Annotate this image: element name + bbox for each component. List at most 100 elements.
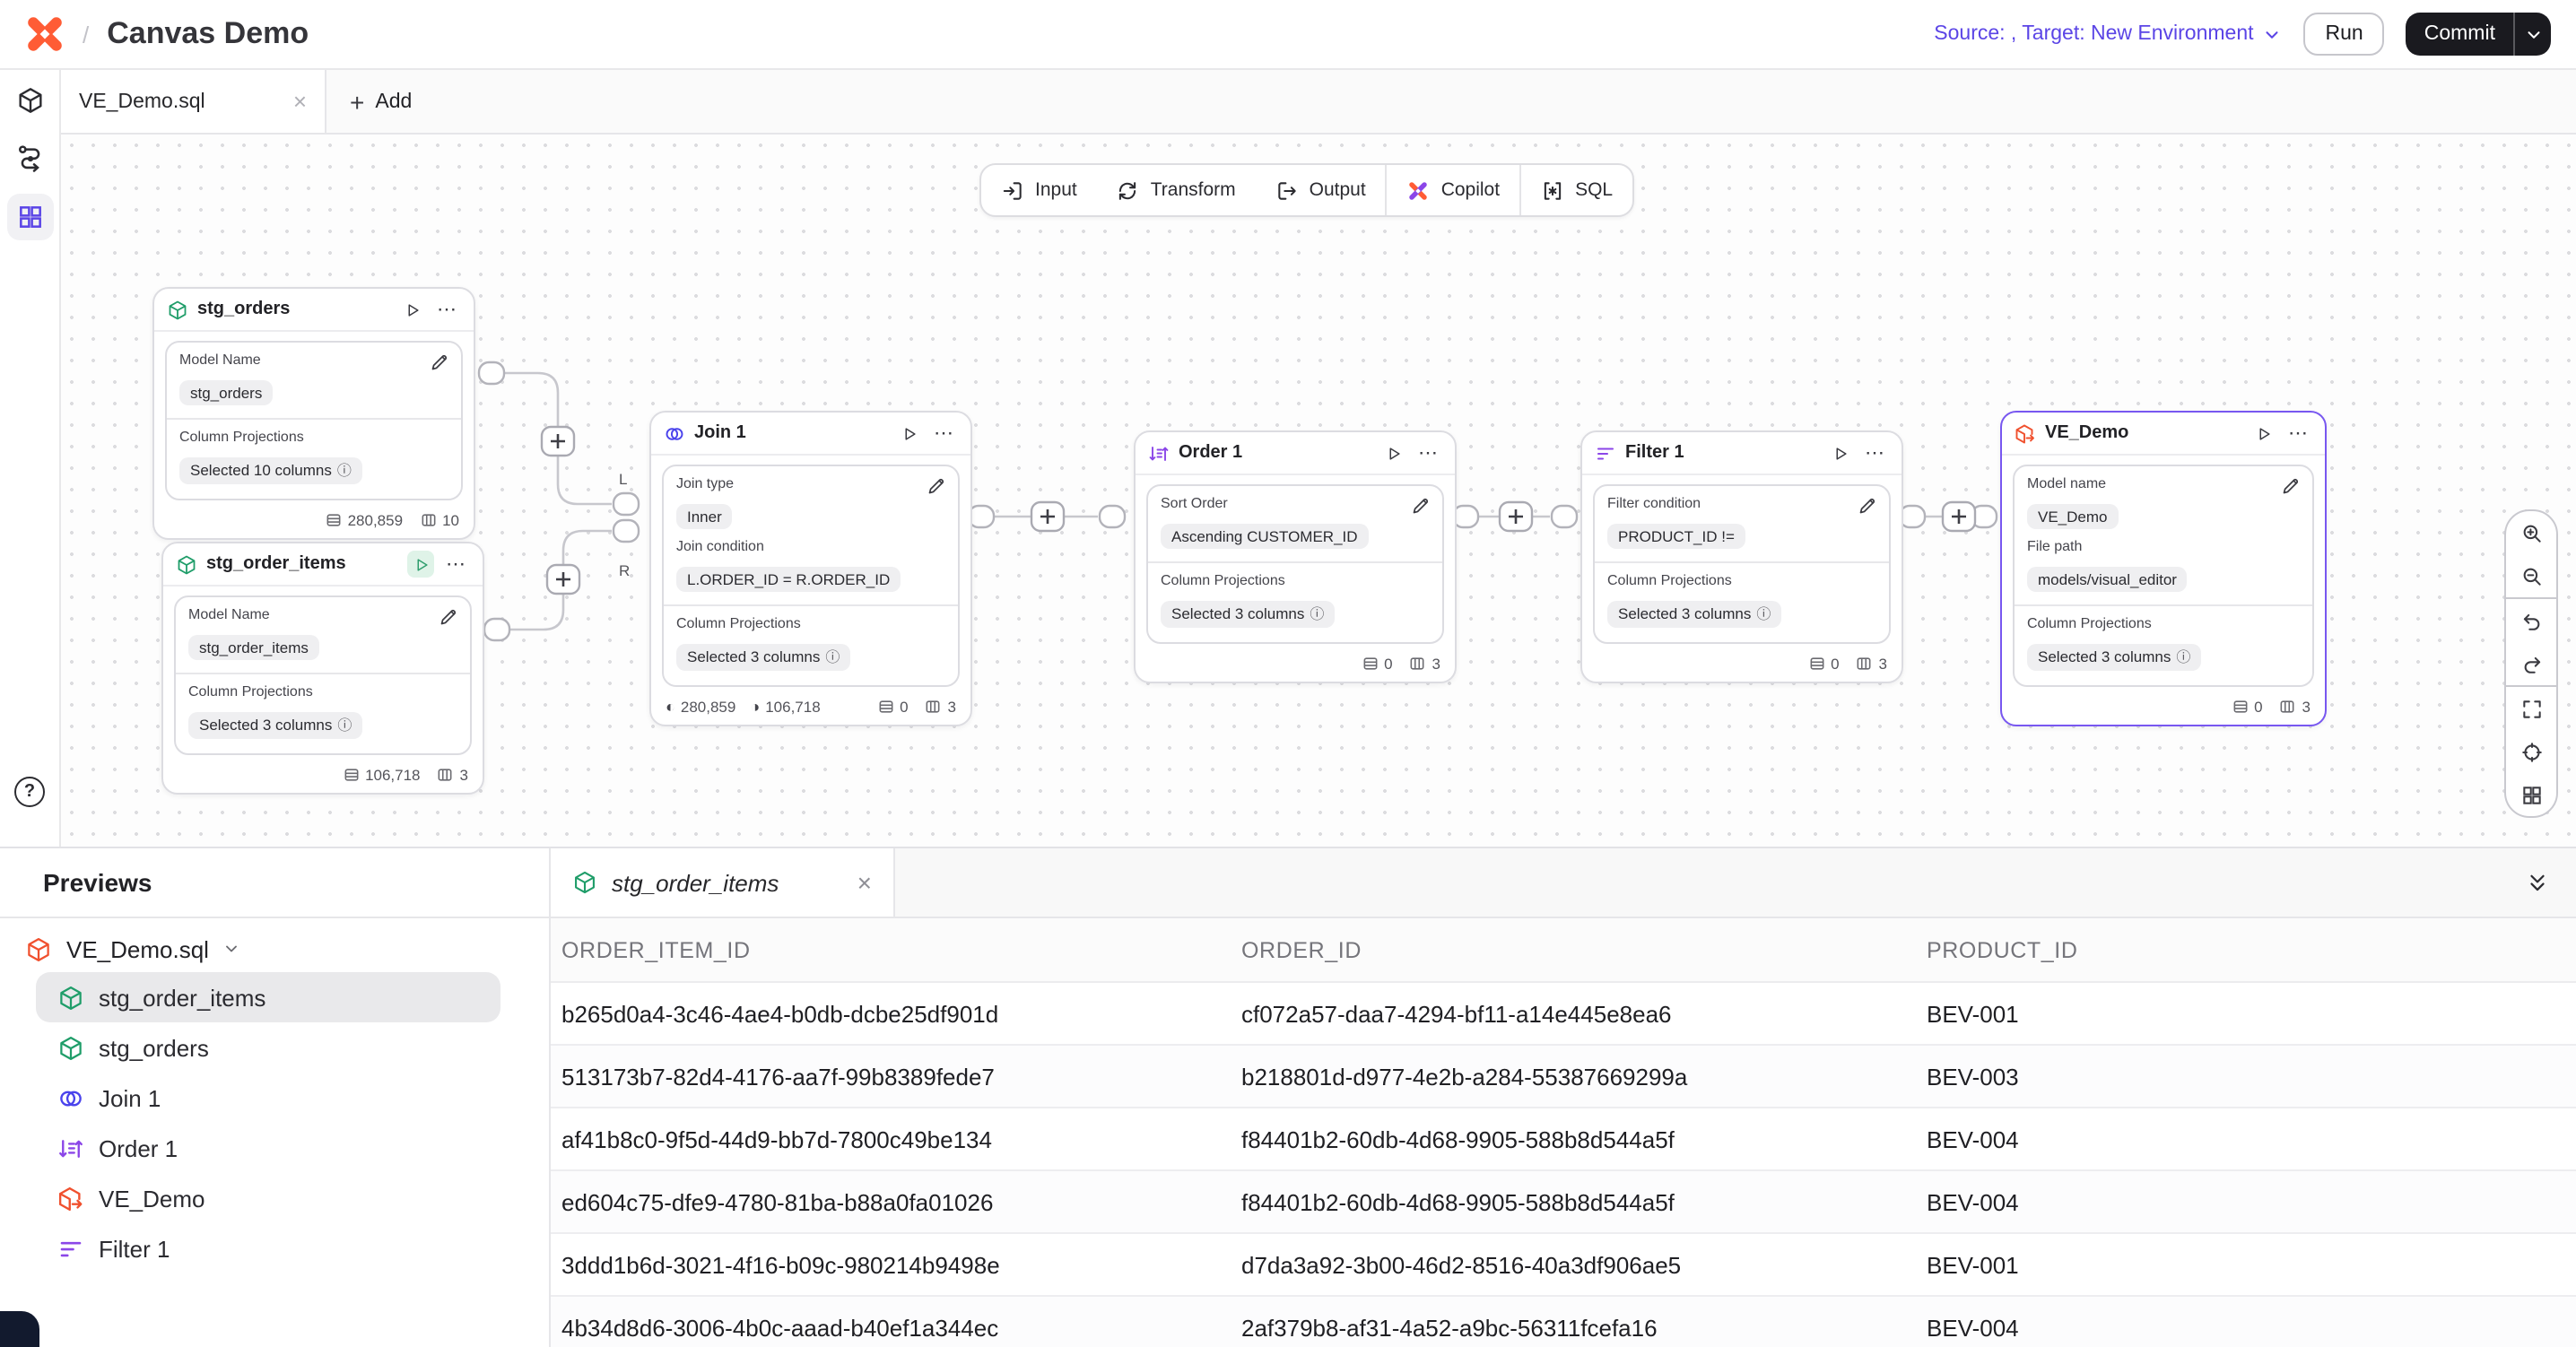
- column-header[interactable]: ORDER_ID: [1241, 937, 1927, 962]
- add-step-button[interactable]: [547, 565, 579, 594]
- table-view-icon[interactable]: [6, 194, 53, 240]
- close-icon[interactable]: ×: [857, 868, 872, 897]
- file-path-pill[interactable]: models/visual_editor: [2027, 567, 2188, 592]
- tree-item-label: stg_orders: [99, 1034, 209, 1061]
- undo-icon[interactable]: [2506, 599, 2556, 642]
- models-cube-icon[interactable]: [6, 79, 53, 122]
- node-menu-button[interactable]: ⋯: [434, 296, 461, 323]
- output-button[interactable]: Output: [1256, 165, 1386, 215]
- commit-dropdown-button[interactable]: [2515, 13, 2551, 56]
- edit-icon[interactable]: [2280, 475, 2302, 497]
- node-menu-button[interactable]: ⋯: [1862, 439, 1889, 466]
- port-join-out[interactable]: [969, 506, 994, 527]
- port-filter-in[interactable]: [1552, 506, 1577, 527]
- environment-selector[interactable]: Source: , Target: New Environment: [1934, 23, 2282, 45]
- node-order-1[interactable]: Order 1 ⋯ Sort Order Ascending CUSTOMER_…: [1134, 430, 1457, 682]
- collapse-panel-icon[interactable]: [2526, 871, 2549, 894]
- node-ve-demo[interactable]: VE_Demo ⋯ Model name VE_Demo File path m…: [2000, 411, 2327, 726]
- sql-button[interactable]: SQL: [1521, 165, 1632, 215]
- commit-button[interactable]: Commit: [2406, 13, 2513, 56]
- tree-item-filter-1[interactable]: Filter 1: [36, 1223, 500, 1273]
- tree-item-stg-order-items[interactable]: stg_order_items: [36, 972, 500, 1022]
- column-projections-pill[interactable]: Selected 3 columnsⓘ: [2027, 643, 2201, 670]
- node-menu-button[interactable]: ⋯: [931, 420, 958, 447]
- zoom-in-icon[interactable]: [2506, 511, 2556, 554]
- input-button[interactable]: Input: [981, 165, 1097, 215]
- filter-condition-pill[interactable]: PRODUCT_ID !=: [1607, 524, 1745, 549]
- lineage-flow-icon[interactable]: [6, 136, 53, 179]
- node-play-button[interactable]: [895, 420, 922, 447]
- node-play-button[interactable]: [1826, 439, 1853, 466]
- tree-item-stg-orders[interactable]: stg_orders: [36, 1022, 500, 1073]
- copilot-button[interactable]: Copilot: [1388, 165, 1519, 215]
- edit-icon[interactable]: [1857, 495, 1878, 517]
- table-row[interactable]: 3ddd1b6d-3021-4f16-b09c-980214b9498ed7da…: [551, 1234, 2576, 1297]
- edit-icon[interactable]: [429, 352, 450, 373]
- add-step-button[interactable]: [542, 427, 574, 456]
- preview-tab-stg-order-items[interactable]: stg_order_items ×: [551, 848, 895, 917]
- minimap-grid-icon[interactable]: [2506, 773, 2556, 816]
- table-row[interactable]: b265d0a4-3c46-4ae4-b0db-dcbe25df901dcf07…: [551, 983, 2576, 1046]
- column-projections-pill[interactable]: Selected 3 columnsⓘ: [1607, 600, 1781, 627]
- port-order-in[interactable]: [1100, 506, 1125, 527]
- node-menu-button[interactable]: ⋯: [2285, 420, 2312, 447]
- node-stg-order-items[interactable]: stg_order_items ⋯ Model Name stg_order_i…: [161, 542, 484, 794]
- join-condition-pill[interactable]: L.ORDER_ID = R.ORDER_ID: [676, 567, 901, 592]
- transform-button[interactable]: Transform: [1097, 165, 1256, 215]
- dbt-logo-icon[interactable]: [25, 14, 65, 54]
- model-name-pill[interactable]: VE_Demo: [2027, 504, 2119, 529]
- node-play-button[interactable]: [407, 551, 434, 578]
- locate-icon[interactable]: [2506, 730, 2556, 773]
- column-projections-pill[interactable]: Selected 3 columnsⓘ: [188, 711, 362, 738]
- column-header[interactable]: PRODUCT_ID: [1927, 937, 2576, 962]
- tree-item-ve-demo[interactable]: VE_Demo: [36, 1173, 500, 1223]
- add-tab-button[interactable]: + Add: [326, 70, 435, 133]
- table-row[interactable]: af41b8c0-9f5d-44d9-bb7d-7800c49be134f844…: [551, 1108, 2576, 1171]
- tree-item-join-1[interactable]: Join 1: [36, 1073, 500, 1123]
- column-projections-pill[interactable]: Selected 3 columnsⓘ: [676, 643, 850, 670]
- add-step-button[interactable]: [1943, 502, 1975, 531]
- fit-view-icon[interactable]: [2506, 687, 2556, 730]
- edit-icon[interactable]: [926, 475, 947, 497]
- column-header[interactable]: ORDER_ITEM_ID: [561, 937, 1241, 962]
- node-menu-button[interactable]: ⋯: [443, 551, 470, 578]
- help-icon[interactable]: ?: [14, 777, 45, 807]
- sort-order-pill[interactable]: Ascending CUSTOMER_ID: [1161, 524, 1369, 549]
- tab-label: VE_Demo.sql: [79, 91, 205, 112]
- node-play-button[interactable]: [2250, 420, 2276, 447]
- node-stg-orders[interactable]: stg_orders ⋯ Model Name stg_orders Colum…: [152, 287, 475, 539]
- table-row[interactable]: 4b34d8d6-3006-4b0c-aaad-b40ef1a344ec2af3…: [551, 1297, 2576, 1347]
- redo-icon[interactable]: [2506, 642, 2556, 685]
- port-filter-out[interactable]: [1900, 506, 1925, 527]
- node-play-button[interactable]: [1379, 439, 1406, 466]
- node-menu-button[interactable]: ⋯: [1415, 439, 1442, 466]
- table-row[interactable]: 513173b7-82d4-4176-aa7f-99b8389fede7b218…: [551, 1046, 2576, 1108]
- tree-item-order-1[interactable]: Order 1: [36, 1123, 500, 1173]
- join-type-pill[interactable]: Inner: [676, 504, 733, 529]
- model-name-pill[interactable]: stg_orders: [179, 380, 273, 405]
- node-play-button[interactable]: [398, 296, 425, 323]
- node-join-1[interactable]: Join 1 ⋯ Join type Inner Join condition …: [649, 411, 972, 726]
- edit-icon[interactable]: [438, 606, 459, 628]
- dag-canvas[interactable]: L R Input Transform Output Copilot SQL: [61, 135, 2576, 847]
- port-order-out[interactable]: [1453, 506, 1478, 527]
- column-projections-pill[interactable]: Selected 3 columnsⓘ: [1161, 600, 1335, 627]
- port-join-right-in[interactable]: [614, 520, 639, 542]
- tree-item-label: Filter 1: [99, 1235, 170, 1262]
- column-projections-pill[interactable]: Selected 10 columnsⓘ: [179, 456, 362, 483]
- edit-icon[interactable]: [1410, 495, 1432, 517]
- port-stg-orders-out[interactable]: [479, 362, 504, 384]
- add-step-button[interactable]: [1500, 502, 1532, 531]
- run-button[interactable]: Run: [2304, 13, 2385, 56]
- port-join-left-in[interactable]: [614, 493, 639, 515]
- tree-root-ve-demo-sql[interactable]: VE_Demo.sql: [0, 926, 549, 972]
- node-filter-1[interactable]: Filter 1 ⋯ Filter condition PRODUCT_ID !…: [1580, 430, 1903, 682]
- model-name-pill[interactable]: stg_order_items: [188, 635, 319, 660]
- tab-ve-demo-sql[interactable]: VE_Demo.sql ×: [61, 70, 326, 133]
- add-step-button[interactable]: [1031, 502, 1064, 531]
- bottom-left-corner-widget[interactable]: [0, 1311, 39, 1347]
- table-row[interactable]: ed604c75-dfe9-4780-81ba-b88a0fa01026f844…: [551, 1171, 2576, 1234]
- port-stg-order-items-out[interactable]: [484, 619, 509, 640]
- zoom-out-icon[interactable]: [2506, 554, 2556, 597]
- close-icon[interactable]: ×: [293, 90, 307, 113]
